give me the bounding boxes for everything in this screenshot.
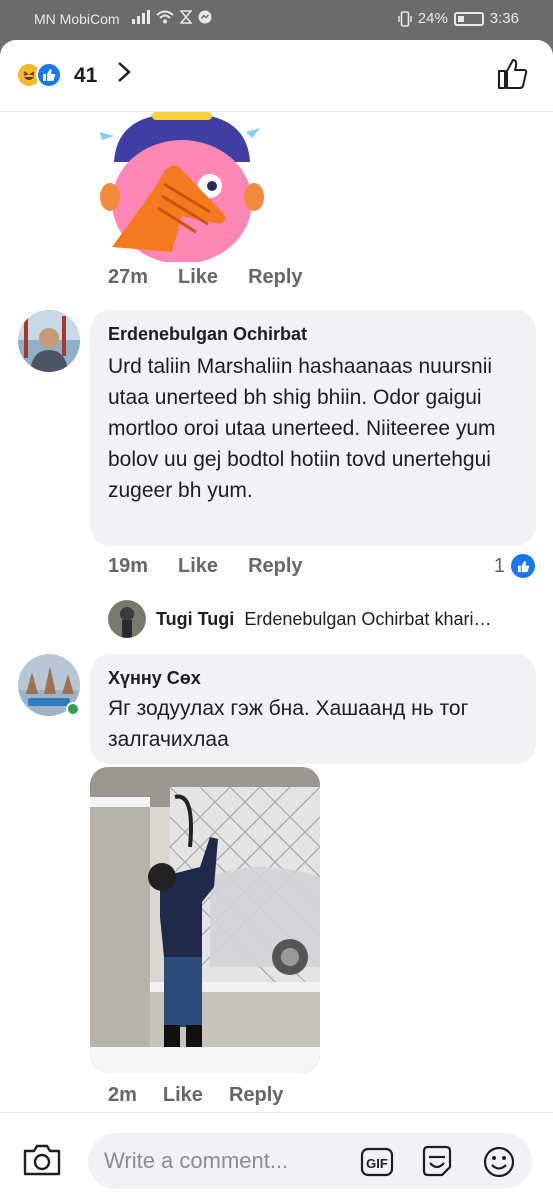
comment-text: Яг зодуулах гэж бна. Хашаанд нь тог залг… bbox=[108, 697, 469, 751]
sticker-button[interactable] bbox=[420, 1145, 454, 1179]
comment-text: Urd taliin Marshaliin hashaanaas nuursni… bbox=[108, 355, 496, 502]
comment-time: 2m bbox=[108, 1084, 137, 1106]
battery-percent: 24% bbox=[417, 10, 448, 27]
like-count-number: 1 bbox=[493, 554, 505, 577]
reply-author: Tugi Tugi bbox=[156, 608, 235, 629]
like-post-button[interactable] bbox=[497, 58, 529, 95]
avatar[interactable] bbox=[18, 310, 80, 372]
signal-icon bbox=[132, 10, 150, 24]
emoji-icon bbox=[483, 1146, 515, 1178]
comment-meta: 2m Like Reply bbox=[108, 1084, 283, 1107]
comments-sheet: 41 27m Like Reply Erdenebulgan Ochirbat … bbox=[0, 40, 553, 1200]
comment-like-count[interactable]: 1 bbox=[494, 554, 535, 578]
comment-author[interactable]: Erdenebulgan Ochirbat bbox=[108, 324, 518, 345]
reaction-icons[interactable] bbox=[16, 62, 62, 88]
comment-time: 27m bbox=[108, 266, 149, 288]
camera-icon bbox=[23, 1144, 61, 1176]
like-button[interactable]: Like bbox=[163, 1084, 203, 1107]
messenger-icon bbox=[198, 10, 212, 24]
vibrate-icon bbox=[398, 10, 412, 27]
wifi-icon bbox=[156, 10, 174, 24]
carrier-name: MN MobiCom bbox=[34, 11, 120, 27]
sticker-image[interactable] bbox=[92, 112, 272, 264]
status-right: 24% 3:36 bbox=[398, 10, 519, 27]
like-button[interactable]: Like bbox=[178, 555, 218, 578]
like-icon bbox=[511, 554, 535, 578]
sticker-icon bbox=[422, 1145, 452, 1177]
emoji-button[interactable] bbox=[482, 1145, 516, 1179]
comment-meta: 27m Like Reply bbox=[108, 266, 303, 289]
avatar bbox=[108, 600, 146, 638]
reply-button[interactable]: Reply bbox=[229, 1084, 283, 1107]
signal-indicators bbox=[132, 10, 212, 24]
comment-author[interactable]: Хүнну Сөх bbox=[108, 668, 518, 689]
reply-button[interactable]: Reply bbox=[248, 555, 302, 578]
sticker-face-covering-icon bbox=[100, 112, 264, 264]
hourglass-icon bbox=[180, 10, 192, 24]
comment-photo[interactable] bbox=[90, 767, 320, 1073]
comment-meta: 19m Like Reply bbox=[108, 555, 303, 578]
reactions-bar: 41 bbox=[0, 40, 553, 112]
comment-bubble: Erdenebulgan Ochirbat Urd taliin Marshal… bbox=[90, 310, 536, 546]
comment-time: 19m bbox=[108, 555, 149, 577]
online-status-dot bbox=[66, 702, 80, 716]
camera-button[interactable] bbox=[22, 1143, 62, 1182]
reaction-count[interactable]: 41 bbox=[74, 64, 97, 88]
like-icon bbox=[36, 62, 62, 88]
gif-label: GIF bbox=[366, 1156, 388, 1171]
status-bar: MN MobiCom 24% 3:36 bbox=[0, 0, 553, 40]
thumbs-up-icon bbox=[498, 59, 528, 89]
like-button[interactable]: Like bbox=[178, 266, 218, 289]
battery-icon bbox=[453, 11, 484, 26]
clock: 3:36 bbox=[489, 10, 519, 27]
reply-button[interactable]: Reply bbox=[248, 266, 302, 289]
reply-snippet: Erdenebulgan Ochirbat khari… bbox=[244, 608, 492, 629]
comment-bubble: Хүнну Сөх Яг зодуулах гэж бна. Хашаанд н… bbox=[90, 654, 536, 764]
chevron-right-icon[interactable] bbox=[116, 60, 132, 91]
gif-button[interactable]: GIF bbox=[360, 1145, 394, 1179]
comment-composer: GIF bbox=[0, 1112, 553, 1200]
comment-input[interactable] bbox=[104, 1145, 344, 1177]
reply-preview[interactable]: Tugi Tugi Erdenebulgan Ochirbat khari… bbox=[108, 600, 491, 638]
comment-input-wrapper: GIF bbox=[88, 1133, 532, 1189]
